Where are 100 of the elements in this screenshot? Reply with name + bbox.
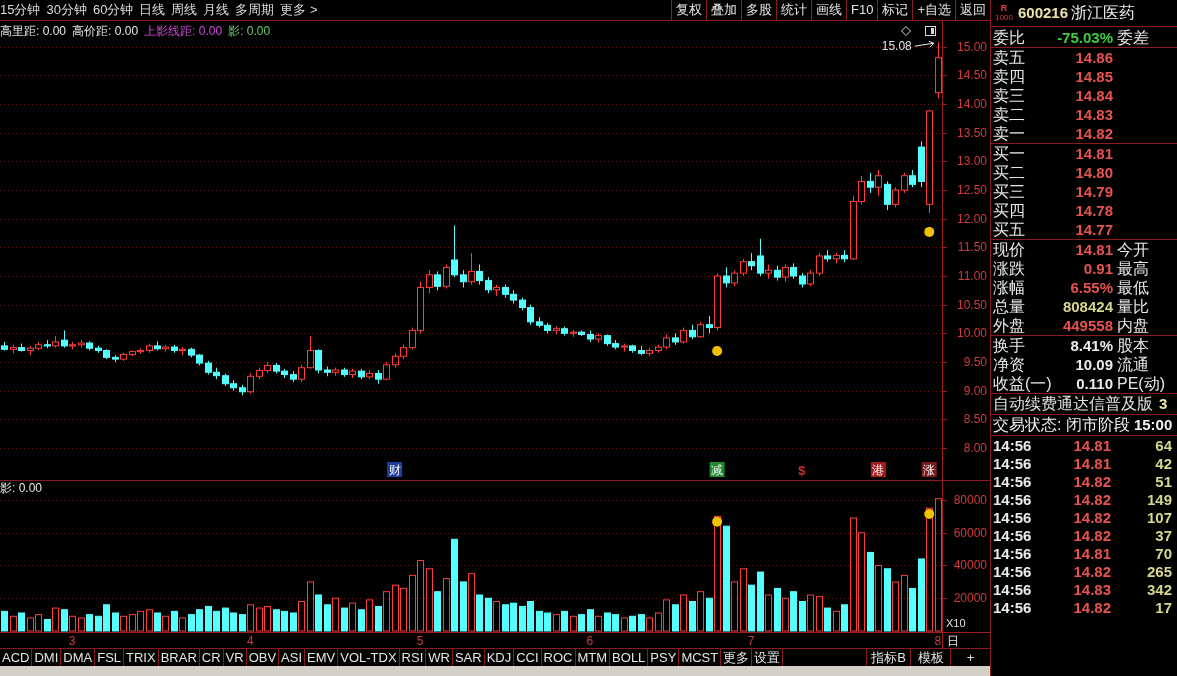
axis-label: 14.50: [956, 68, 987, 83]
event-mark: $: [798, 463, 806, 478]
axis-label: 60000: [953, 525, 987, 540]
order-ratio-value: -75.03%: [1057, 28, 1113, 46]
axis-label: 11.00: [957, 269, 987, 283]
candle: [1, 341, 8, 351]
period-tab[interactable]: 周线: [171, 0, 198, 20]
toolbar-button[interactable]: 多股: [741, 0, 776, 20]
axis-label: 80000: [953, 493, 987, 507]
row-label: 委比: [993, 28, 1025, 46]
tick-time: 14:56: [993, 527, 1032, 544]
row-label: 涨幅: [993, 279, 1025, 296]
event-badge: 港: [870, 462, 886, 477]
toolbar-button[interactable]: 返回: [955, 0, 990, 20]
stat-value: 10.09: [1075, 356, 1113, 373]
toolbar-button[interactable]: +自选: [912, 0, 955, 20]
row-label: 买四: [993, 202, 1025, 219]
period-tab[interactable]: 月线: [203, 0, 230, 20]
row-label: 涨跌: [993, 260, 1025, 277]
axis-label: 10.00: [956, 326, 987, 341]
axis-label: 10.50: [956, 297, 987, 312]
axis-label: 4: [247, 634, 254, 648]
tick-volume: 51: [1155, 473, 1172, 490]
tick-volume: 107: [1146, 509, 1172, 526]
stat-value: 0.110: [1076, 375, 1113, 392]
row-label: 卖三: [993, 87, 1025, 104]
indicator-value: 上影线距: 0.00: [144, 22, 223, 40]
bid-price: 14.78: [1075, 202, 1113, 219]
indicator-value: 影: 0.00: [0, 481, 43, 495]
toolbar-button[interactable]: 叠加: [706, 0, 741, 20]
axis-label: 15.00: [956, 39, 987, 54]
ask-price: 14.86: [1075, 49, 1113, 66]
promo-number: 3: [1159, 394, 1168, 414]
row-label: 净资: [993, 356, 1025, 373]
row-label: 买二: [993, 164, 1025, 181]
tick-volume: 64: [1155, 437, 1172, 454]
tick-time: 14:56: [993, 455, 1032, 472]
indicator-value: 影: 0.00: [228, 22, 271, 40]
tick-price: 14.82: [1073, 527, 1111, 544]
panel-icon[interactable]: [925, 25, 936, 36]
toolbar-button[interactable]: F10: [846, 0, 878, 20]
tick-time: 14:56: [993, 599, 1032, 616]
bid-price: 14.81: [1075, 145, 1113, 162]
stat-value: 14.81: [1075, 241, 1113, 258]
event-badge: 涨: [921, 462, 937, 477]
toolbar-button[interactable]: 画线: [811, 0, 846, 20]
toolbar-button[interactable]: 标记: [877, 0, 913, 20]
bid-price: 14.79: [1075, 183, 1113, 200]
tick-time: 14:56: [993, 563, 1032, 580]
ask-price: 14.84: [1075, 87, 1113, 104]
period-tab[interactable]: 日线: [139, 0, 166, 20]
unit-label: X10: [946, 617, 966, 629]
event-badge: 减: [709, 462, 725, 477]
axis-label: 5: [416, 634, 424, 648]
period-tab[interactable]: 多周期: [235, 0, 275, 20]
axis-label: 12.50: [956, 183, 987, 198]
event-badge: 财: [387, 462, 403, 477]
tick-price: 14.82: [1073, 491, 1111, 508]
period-tab[interactable]: 60分钟: [92, 0, 134, 20]
axis-label: 9.50: [963, 354, 987, 369]
axis-label: 12.00: [956, 211, 987, 226]
tick-price: 14.82: [1073, 599, 1111, 616]
tick-price: 14.81: [1073, 437, 1111, 454]
axis-label: 40000: [953, 558, 987, 573]
axis-label: 8.50: [963, 412, 987, 427]
period-tab[interactable]: 更多 >: [280, 0, 318, 20]
tick-time: 14:56: [993, 491, 1032, 508]
tick-price: 14.83: [1073, 581, 1111, 598]
market-code-number: 1000: [995, 13, 1013, 23]
max-price-label: 15.08: [881, 39, 912, 54]
row-label: 量比: [1117, 298, 1149, 315]
period-tab[interactable]: 15分钟: [0, 0, 41, 20]
toolbar-button[interactable]: 统计: [776, 0, 811, 20]
stock-name: 浙江医药: [1071, 3, 1136, 23]
tick-time: 14:56: [993, 581, 1032, 598]
axis-label: 7: [747, 634, 755, 648]
stat-value: 8.41%: [1070, 337, 1113, 354]
tick-volume: 70: [1155, 545, 1172, 562]
period-tab[interactable]: 30分钟: [46, 0, 87, 20]
axis-label: 13.50: [956, 125, 987, 140]
row-label: 今开: [1117, 241, 1149, 258]
tick-volume: 17: [1155, 599, 1172, 616]
indicator-value: 高价距: 0.00: [72, 22, 139, 40]
market-code-letter: R: [1000, 3, 1008, 13]
toolbar-button[interactable]: 复权: [671, 0, 706, 20]
tick-price: 14.82: [1073, 509, 1111, 526]
tick-price: 14.82: [1073, 563, 1111, 580]
axis-label: 20000: [953, 591, 987, 606]
tick-time: 14:56: [993, 473, 1032, 490]
tick-volume: 342: [1146, 581, 1172, 598]
axis-label: 11.50: [957, 240, 987, 255]
trade-status: 交易状态: 闭市阶段: [993, 415, 1130, 435]
row-label: 总量: [993, 298, 1025, 315]
diamond-icon[interactable]: [901, 25, 911, 36]
row-label: 外盘: [993, 317, 1025, 334]
tick-volume: 149: [1146, 491, 1172, 508]
axis-label: 3: [68, 634, 76, 648]
tick-volume: 37: [1155, 527, 1172, 544]
row-label: 买一: [993, 145, 1025, 162]
stat-value: 0.91: [1083, 260, 1113, 277]
